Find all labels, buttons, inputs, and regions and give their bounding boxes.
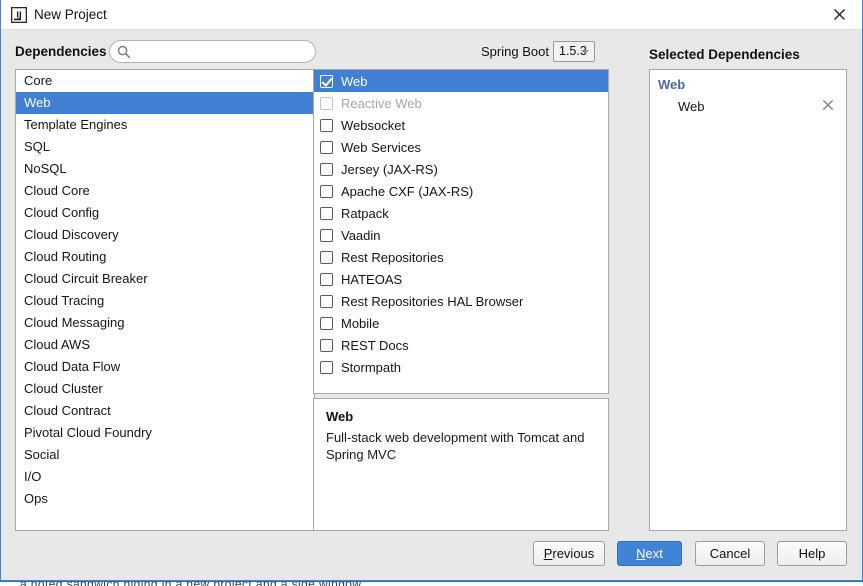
dependency-label: HATEOAS bbox=[341, 271, 403, 287]
category-item[interactable]: SQL bbox=[16, 136, 314, 158]
category-item[interactable]: Social bbox=[16, 444, 314, 466]
dependency-label: Web Services bbox=[341, 139, 421, 155]
dependency-label: Mobile bbox=[341, 315, 380, 331]
dependency-item[interactable]: Web Services bbox=[314, 136, 608, 158]
mnemonic-letter: P bbox=[543, 546, 553, 561]
close-button[interactable] bbox=[817, 0, 862, 29]
dependency-label: Apache CXF (JAX-RS) bbox=[341, 183, 474, 199]
previous-button[interactable]: Previous bbox=[533, 541, 605, 566]
dependency-item[interactable]: Stormpath bbox=[314, 356, 608, 378]
category-item[interactable]: Pivotal Cloud Foundry bbox=[16, 422, 314, 444]
category-item[interactable]: Core bbox=[16, 70, 314, 92]
category-item[interactable]: Web bbox=[16, 92, 314, 114]
category-item[interactable]: Cloud Contract bbox=[16, 400, 314, 422]
dependency-label: Websocket bbox=[341, 117, 406, 133]
category-item[interactable]: Cloud Core bbox=[16, 180, 314, 202]
dependency-item[interactable]: Vaadin bbox=[314, 224, 608, 246]
category-item[interactable]: Cloud Data Flow bbox=[16, 356, 314, 378]
category-item[interactable]: Cloud AWS bbox=[16, 334, 314, 356]
category-item[interactable]: Cloud Circuit Breaker bbox=[16, 268, 314, 290]
checkbox-icon[interactable] bbox=[320, 140, 333, 154]
category-item[interactable]: Ops bbox=[16, 488, 314, 510]
dependency-item[interactable]: Web bbox=[314, 70, 608, 92]
description-text: Full-stack web development with Tomcat a… bbox=[326, 430, 585, 462]
checkbox-icon[interactable] bbox=[320, 228, 333, 242]
checkbox-icon[interactable] bbox=[320, 118, 333, 132]
dependency-item[interactable]: Rest Repositories HAL Browser bbox=[314, 290, 608, 312]
category-item[interactable]: I/O bbox=[16, 466, 314, 488]
search-input[interactable] bbox=[135, 43, 307, 61]
cancel-button[interactable]: Cancel bbox=[695, 541, 765, 566]
checkbox-icon[interactable] bbox=[320, 360, 333, 374]
dependency-label: Jersey (JAX-RS) bbox=[341, 161, 438, 177]
category-item[interactable]: Cloud Config bbox=[16, 202, 314, 224]
new-project-dialog: IJ New Project Dependencies Spring Boot … bbox=[0, 0, 863, 581]
category-item[interactable]: Cloud Discovery bbox=[16, 224, 314, 246]
dependency-item[interactable]: Jersey (JAX-RS) bbox=[314, 158, 608, 180]
selected-dependencies-title: Selected Dependencies bbox=[649, 47, 800, 62]
next-button[interactable]: Next bbox=[617, 541, 682, 566]
search-icon bbox=[117, 45, 131, 59]
dependency-label: Reactive Web bbox=[341, 95, 422, 111]
dependency-item[interactable]: Mobile bbox=[314, 312, 608, 334]
dependency-label: Vaadin bbox=[341, 227, 381, 243]
checkbox-icon bbox=[320, 96, 333, 110]
mnemonic-letter: N bbox=[636, 546, 646, 561]
checkbox-icon[interactable] bbox=[320, 74, 333, 88]
checkbox-icon[interactable] bbox=[320, 294, 333, 308]
checkbox-icon[interactable] bbox=[320, 184, 333, 198]
help-button[interactable]: Help bbox=[777, 541, 847, 566]
category-list[interactable]: Core Web Template Engines SQL NoSQL Cloud Cor… bbox=[15, 69, 315, 531]
selected-group-title: Web bbox=[658, 77, 686, 92]
backdrop-text-sliver: a noted sandwich hiding in a new project… bbox=[20, 582, 760, 586]
title-bar: IJ New Project bbox=[1, 0, 862, 30]
dependency-item[interactable]: Apache CXF (JAX-RS) bbox=[314, 180, 608, 202]
category-item[interactable]: NoSQL bbox=[16, 158, 314, 180]
category-item[interactable]: Cloud Routing bbox=[16, 246, 314, 268]
dependency-label: REST Docs bbox=[341, 337, 409, 353]
category-item[interactable]: Template Engines bbox=[16, 114, 314, 136]
button-bar: Previous Next Cancel Help bbox=[1, 532, 862, 580]
category-item[interactable]: Cloud Messaging bbox=[16, 312, 314, 334]
selected-dependencies-panel[interactable]: Web Web bbox=[649, 69, 847, 531]
close-icon bbox=[834, 9, 845, 20]
checkbox-icon[interactable] bbox=[320, 316, 333, 330]
dependency-item[interactable]: Websocket bbox=[314, 114, 608, 136]
remove-dependency-icon[interactable] bbox=[822, 99, 836, 113]
intellij-idea-icon: IJ bbox=[10, 6, 28, 24]
checkbox-icon[interactable] bbox=[320, 338, 333, 352]
dependencies-label: Dependencies bbox=[15, 44, 107, 59]
dependency-list[interactable]: Web Reactive Web Websocket Web Services Jers… bbox=[313, 69, 609, 394]
dependency-label: Stormpath bbox=[341, 359, 401, 375]
dependency-item[interactable]: Ratpack bbox=[314, 202, 608, 224]
category-item[interactable]: Cloud Tracing bbox=[16, 290, 314, 312]
selected-dependency-label: Web bbox=[678, 98, 705, 114]
dependency-item[interactable]: Rest Repositories bbox=[314, 246, 608, 268]
selected-dependency-row[interactable]: Web bbox=[650, 94, 846, 118]
description-panel: Web Full-stack web development with Tomc… bbox=[313, 398, 609, 531]
chevron-down-icon bbox=[581, 50, 589, 54]
checkbox-icon[interactable] bbox=[320, 272, 333, 286]
svg-text:IJ: IJ bbox=[16, 11, 22, 20]
dependency-label: Ratpack bbox=[341, 205, 389, 221]
description-title: Web bbox=[326, 409, 354, 424]
spring-boot-label: Spring Boot bbox=[481, 44, 549, 59]
checkbox-icon[interactable] bbox=[320, 162, 333, 176]
dependency-label: Web bbox=[341, 73, 368, 89]
category-item[interactable]: Cloud Cluster bbox=[16, 378, 314, 400]
dependency-item[interactable]: REST Docs bbox=[314, 334, 608, 356]
dependency-item[interactable]: HATEOAS bbox=[314, 268, 608, 290]
checkbox-icon[interactable] bbox=[320, 206, 333, 220]
window-title: New Project bbox=[34, 7, 107, 22]
spring-boot-version-select[interactable]: 1.5.3 bbox=[553, 41, 595, 62]
dependency-label: Rest Repositories bbox=[341, 249, 444, 265]
search-field[interactable] bbox=[109, 40, 316, 63]
dependency-label: Rest Repositories HAL Browser bbox=[341, 293, 524, 309]
dependency-item: Reactive Web bbox=[314, 92, 608, 114]
checkbox-icon[interactable] bbox=[320, 250, 333, 264]
